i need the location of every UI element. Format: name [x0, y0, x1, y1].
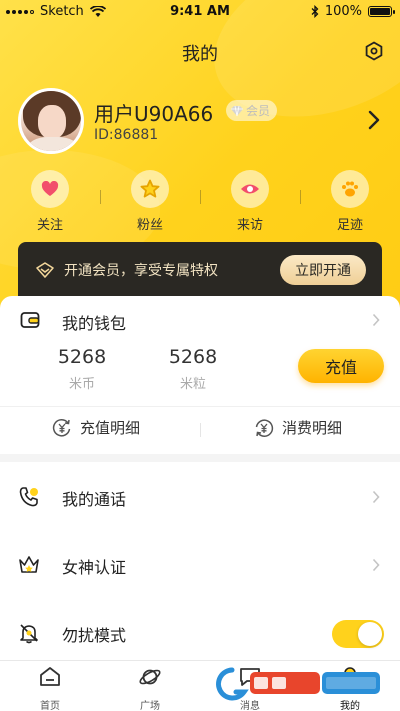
divider: [200, 423, 201, 437]
member-banner[interactable]: 开通会员，享受专属特权 立即开通: [18, 242, 382, 298]
tab-label: 首页: [40, 701, 60, 711]
member-banner-text: 开通会员，享受专属特权: [64, 263, 218, 279]
menu-item-label: 女神认证: [62, 558, 127, 577]
settings-icon[interactable]: [364, 41, 384, 61]
crown-icon: [19, 556, 39, 573]
do-not-disturb-toggle[interactable]: [332, 620, 384, 648]
divider: [200, 190, 201, 204]
balance-grains: 5268 米粒: [148, 346, 238, 392]
tab-label: 广场: [140, 701, 160, 711]
user-id: ID:86881: [94, 127, 159, 143]
site-watermark-logo: [216, 667, 380, 701]
heart-icon: [41, 181, 59, 196]
chevron-right-icon[interactable]: [372, 313, 380, 327]
planet-icon: [139, 669, 161, 685]
battery-icon: [368, 6, 395, 17]
page-title: 我的: [182, 44, 218, 65]
vip-crown-icon: [36, 262, 54, 278]
divider: [100, 190, 101, 204]
recharge-details-link[interactable]: 充值明细: [52, 417, 140, 438]
status-bar: Sketch 9:41 AM 100%: [0, 0, 400, 24]
menu-item-do-not-disturb: 勿扰模式: [0, 598, 400, 666]
paw-icon: [342, 181, 358, 197]
vip-badge[interactable]: 会员: [226, 100, 278, 121]
balance-unit: 米币: [68, 377, 95, 392]
vip-label: 会员: [246, 104, 271, 118]
stat-label: 关注: [36, 218, 63, 233]
stat-following[interactable]: 关注: [20, 170, 80, 233]
balance-value: 5268: [57, 346, 107, 368]
stat-visitors[interactable]: 来访: [220, 170, 280, 233]
stat-fans[interactable]: 粉丝: [120, 170, 180, 233]
avatar[interactable]: [18, 88, 84, 154]
spending-details-link[interactable]: 消费明细: [254, 417, 342, 438]
yuan-circle-icon: [255, 418, 274, 437]
diamond-icon: [231, 105, 243, 116]
wallet-card: 我的钱包 5268 米币 5268 米粒 充值 充值明细 消费明细: [0, 296, 400, 454]
tab-home[interactable]: 首页: [10, 665, 90, 711]
yuan-circle-icon: [52, 418, 71, 437]
bell-off-icon: [20, 624, 38, 644]
chevron-right-icon: [372, 490, 380, 504]
bluetooth-icon: [311, 5, 319, 18]
stat-label: 足迹: [336, 218, 363, 233]
tab-plaza[interactable]: 广场: [110, 665, 190, 711]
star-icon: [140, 179, 160, 198]
stat-label: 粉丝: [136, 218, 163, 233]
balance-value: 5268: [168, 346, 218, 368]
wallet-icon: [20, 312, 40, 328]
recharge-button[interactable]: 充值: [298, 349, 384, 383]
home-icon: [40, 667, 60, 686]
chevron-right-icon: [372, 558, 380, 572]
divider: [300, 190, 301, 204]
spending-details-label: 消费明细: [282, 419, 343, 437]
phone-icon: [19, 487, 38, 507]
stat-label: 来访: [236, 218, 263, 233]
recharge-details-label: 充值明细: [80, 419, 141, 437]
menu-item-goddess-verification[interactable]: 女神认证: [0, 530, 400, 598]
open-membership-button[interactable]: 立即开通: [280, 255, 366, 285]
battery-percent: 100%: [324, 4, 362, 19]
divider: [0, 406, 400, 407]
menu-item-my-calls[interactable]: 我的通话: [0, 462, 400, 530]
balance-unit: 米粒: [179, 377, 206, 392]
eye-icon: [241, 184, 259, 194]
username: 用户U90A66: [94, 102, 214, 126]
wallet-title: 我的钱包: [62, 314, 127, 333]
settings-menu: 我的通话 女神认证 勿扰模式: [0, 462, 400, 662]
stat-footprints[interactable]: 足迹: [320, 170, 380, 233]
balance-coins: 5268 米币: [37, 346, 127, 392]
menu-item-label: 我的通话: [62, 490, 127, 509]
chevron-right-icon[interactable]: [368, 110, 380, 130]
menu-item-label: 勿扰模式: [62, 626, 127, 645]
